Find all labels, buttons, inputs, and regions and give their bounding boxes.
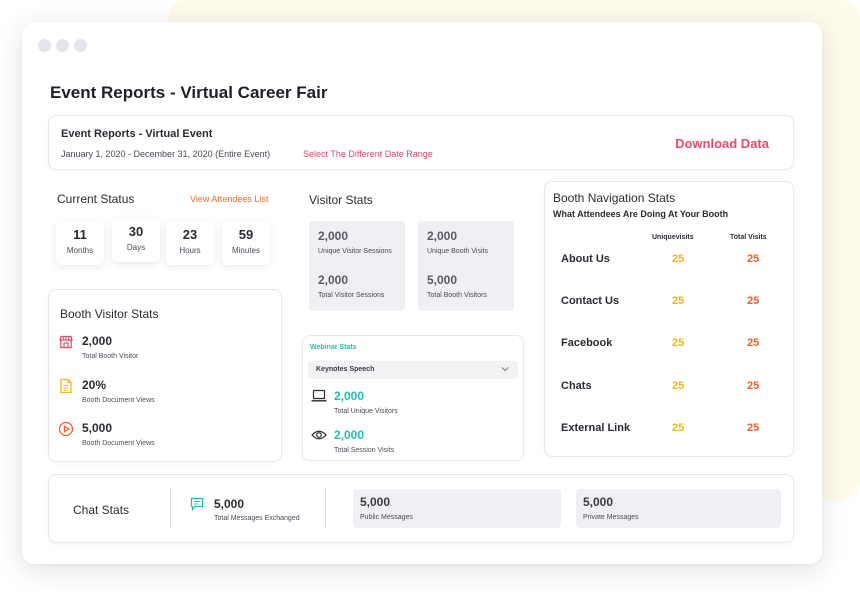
view-attendees-link[interactable]: View Attendees List xyxy=(190,194,268,204)
navigation-row: Contact Us 25 25 xyxy=(561,295,781,309)
private-messages-box: 5,000 Private Messages xyxy=(576,489,781,528)
tile-value: 30 xyxy=(128,224,144,239)
row-unique-visits: 25 xyxy=(672,337,685,349)
stat-label: Booth Document Views xyxy=(82,440,155,447)
divider xyxy=(170,489,171,527)
visitor-stat-box: 2,000 Unique Visitor Sessions 2,000 Tota… xyxy=(309,221,405,311)
chevron-down-icon xyxy=(501,367,509,372)
row-unique-visits: 25 xyxy=(672,422,685,434)
window-dot[interactable] xyxy=(56,39,69,52)
row-unique-visits: 25 xyxy=(672,253,685,265)
window-dot[interactable] xyxy=(74,39,87,52)
row-name: External Link xyxy=(561,422,631,434)
private-messages-value: 5,000 xyxy=(583,495,614,509)
public-messages-box: 5,000 Public Messages xyxy=(353,489,561,528)
navigation-row: External Link 25 25 xyxy=(561,422,781,436)
play-circle-icon xyxy=(58,421,74,437)
tile-label: Hours xyxy=(179,246,201,255)
stat-label: Unique Booth Visits xyxy=(427,248,488,255)
storefront-icon xyxy=(59,335,73,349)
messages-exchanged-value: 5,000 xyxy=(214,497,245,511)
stat-label: Total Booth Visitors xyxy=(427,292,487,299)
selected-session: Keynotes Speech xyxy=(316,366,375,373)
divider xyxy=(325,489,326,527)
row-total-visits: 25 xyxy=(747,337,760,349)
minutes-tile: 59 Minutes xyxy=(222,221,270,265)
date-range: January 1, 2020 - December 31, 2020 (Ent… xyxy=(61,149,271,159)
row-name: Chats xyxy=(561,380,592,392)
laptop-icon xyxy=(311,389,327,402)
stat-label: Unique Visitor Sessions xyxy=(318,248,392,255)
window-controls xyxy=(38,39,87,52)
stat-label: Total Session Visits xyxy=(334,447,395,454)
chat-stats-title: Chat Stats xyxy=(73,503,130,517)
row-unique-visits: 25 xyxy=(672,295,685,307)
stat-value: 2,000 xyxy=(318,229,349,243)
row-name: Facebook xyxy=(561,337,613,349)
stat-label: Total Visitor Sessions xyxy=(318,292,385,299)
tile-label: Days xyxy=(126,243,146,252)
stat-value: 2,000 xyxy=(82,334,113,348)
download-data-button[interactable]: Download Data xyxy=(675,136,769,151)
booth-navigation-stats-card: Booth Navigation Stats What Attendees Ar… xyxy=(544,181,794,457)
booth-visitor-stats-card: Booth Visitor Stats 2,000 Total Booth Vi… xyxy=(48,289,282,462)
days-tile: 30 Days xyxy=(112,218,160,262)
tile-label: Months xyxy=(66,246,94,255)
stat-value: 2,000 xyxy=(334,389,365,403)
private-messages-label: Private Messages xyxy=(583,514,639,521)
current-status-title: Current Status xyxy=(57,192,135,206)
window-dot[interactable] xyxy=(38,39,51,52)
stat-value: 2,000 xyxy=(318,273,349,287)
navigation-row: About Us 25 25 xyxy=(561,253,781,267)
hours-tile: 23 Hours xyxy=(166,221,214,265)
public-messages-value: 5,000 xyxy=(360,495,391,509)
booth-navigation-title: Booth Navigation Stats xyxy=(553,191,676,205)
stat-value: 5,000 xyxy=(82,421,113,435)
booth-visitor-stats-title: Booth Visitor Stats xyxy=(60,307,159,321)
navigation-row: Chats 25 25 xyxy=(561,380,781,394)
booth-navigation-subtitle: What Attendees Are Doing At Your Booth xyxy=(553,209,729,219)
select-date-range-link[interactable]: Select The Different Date Range xyxy=(303,149,433,159)
row-total-visits: 25 xyxy=(747,295,760,307)
document-icon xyxy=(60,378,72,394)
navigation-row: Facebook 25 25 xyxy=(561,337,781,351)
messages-exchanged-label: Total Messages Exchanged xyxy=(214,515,300,522)
column-header-unique: Uniquevisits xyxy=(652,234,694,241)
webinar-stats-card: Webinar Stats Keynotes Speech 2,000 Tota… xyxy=(302,335,524,461)
chat-stats-card: Chat Stats 5,000 Total Messages Exchange… xyxy=(48,474,794,543)
stat-label: Booth Document Views xyxy=(82,397,155,404)
row-total-visits: 25 xyxy=(747,380,760,392)
chat-bubble-icon xyxy=(190,497,204,511)
tile-value: 11 xyxy=(73,227,87,242)
eye-icon xyxy=(311,430,327,440)
stat-label: Total Unique Visitors xyxy=(334,408,398,415)
row-name: Contact Us xyxy=(561,295,620,307)
stat-value: 2,000 xyxy=(427,229,458,243)
months-tile: 11 Months xyxy=(56,221,104,265)
tile-value: 23 xyxy=(182,227,198,242)
webinar-stats-title: Webinar Stats xyxy=(310,344,357,351)
row-unique-visits: 25 xyxy=(672,380,685,392)
stat-label: Total Booth Visitor xyxy=(82,353,139,360)
stat-value: 20% xyxy=(82,378,107,392)
row-name: About Us xyxy=(561,253,610,265)
visitor-stats-title: Visitor Stats xyxy=(309,193,373,207)
event-name: Event Reports - Virtual Event xyxy=(61,128,213,140)
page-title: Event Reports - Virtual Career Fair xyxy=(50,83,328,102)
column-header-total: Total Visits xyxy=(730,234,767,241)
tile-value: 59 xyxy=(238,227,254,242)
webinar-session-select[interactable]: Keynotes Speech xyxy=(308,361,518,379)
event-header-card: Event Reports - Virtual Event January 1,… xyxy=(48,115,794,170)
row-total-visits: 25 xyxy=(747,422,760,434)
row-total-visits: 25 xyxy=(747,253,760,265)
report-window: Event Reports - Virtual Career Fair Even… xyxy=(22,22,822,564)
stat-value: 2,000 xyxy=(334,428,365,442)
tile-label: Minutes xyxy=(231,246,260,255)
stat-value: 5,000 xyxy=(427,273,458,287)
visitor-stat-box: 2,000 Unique Booth Visits 5,000 Total Bo… xyxy=(418,221,514,311)
public-messages-label: Public Messages xyxy=(360,514,413,521)
